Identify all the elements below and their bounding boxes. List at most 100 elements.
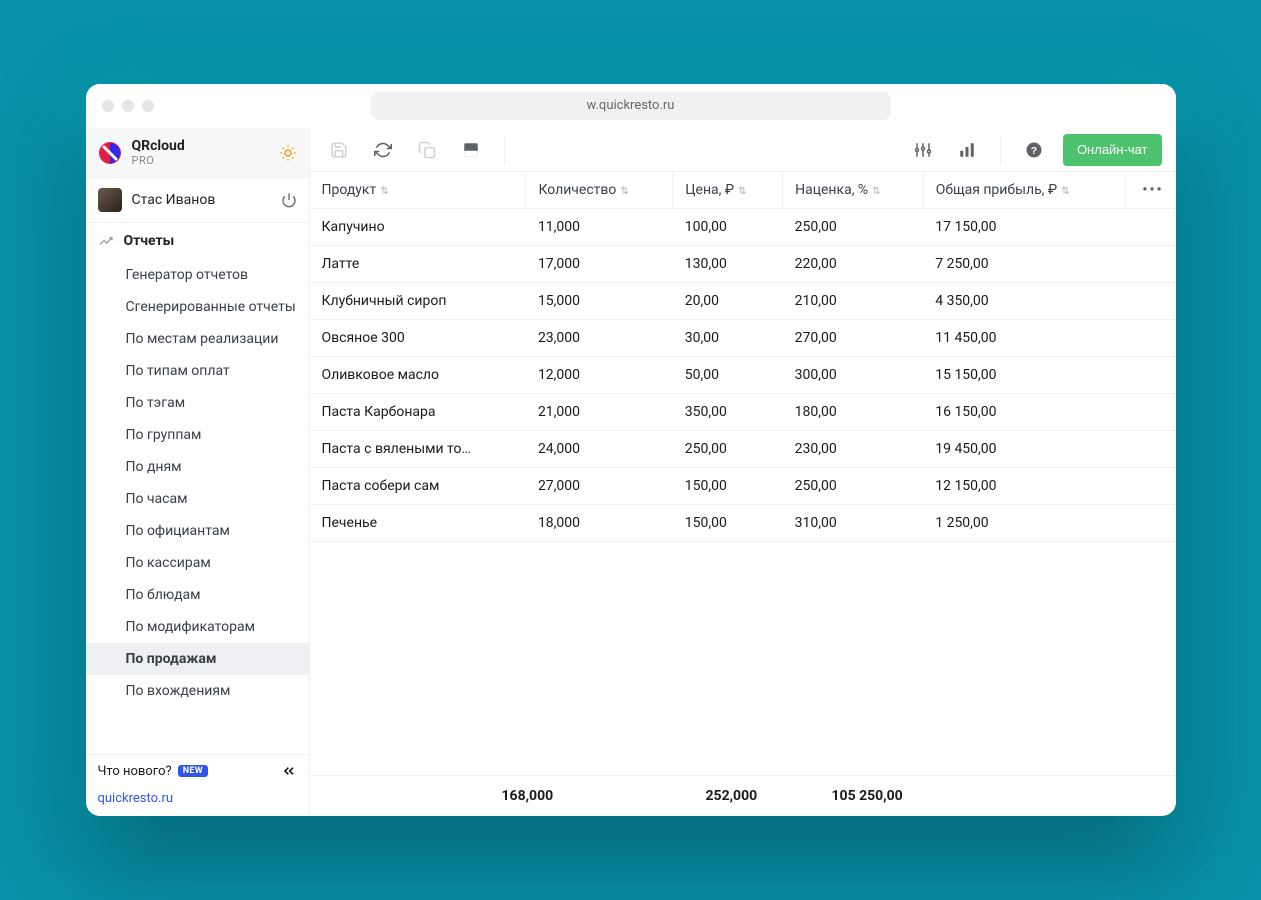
cell: 1 250,00 bbox=[923, 505, 1125, 542]
table-row[interactable]: Оливковое масло12,00050,00300,0015 150,0… bbox=[310, 357, 1176, 394]
site-link[interactable]: quickresto.ru bbox=[86, 787, 309, 816]
cell: 250,00 bbox=[673, 431, 783, 468]
cell bbox=[1126, 468, 1176, 505]
title-bar: w.quickresto.ru bbox=[86, 84, 1176, 128]
minimize-window-dot[interactable] bbox=[122, 100, 134, 112]
cell bbox=[1126, 320, 1176, 357]
power-icon[interactable] bbox=[281, 192, 297, 208]
cell bbox=[1126, 394, 1176, 431]
nav-item[interactable]: По кассирам bbox=[86, 547, 309, 579]
toolbar-divider bbox=[1000, 135, 1001, 165]
sort-icon: ⇅ bbox=[1061, 186, 1069, 197]
theme-toggle-icon[interactable] bbox=[279, 144, 297, 162]
cell: 230,00 bbox=[783, 431, 924, 468]
reports-icon bbox=[98, 233, 114, 249]
brand-text: QRcloud PRO bbox=[132, 138, 269, 167]
cell: Печенье bbox=[310, 505, 526, 542]
table-row[interactable]: Капучино11,000100,00250,0017 150,00 bbox=[310, 209, 1176, 246]
more-icon[interactable]: ••• bbox=[1142, 182, 1163, 198]
cell: Паста Карбонара bbox=[310, 394, 526, 431]
cell: 19 450,00 bbox=[923, 431, 1125, 468]
save-button[interactable] bbox=[324, 135, 354, 165]
cell: Паста собери сам bbox=[310, 468, 526, 505]
whats-new[interactable]: Что нового? NEW bbox=[98, 763, 297, 779]
online-chat-button[interactable]: Онлайн-чат bbox=[1063, 134, 1162, 166]
copy-button[interactable] bbox=[412, 135, 442, 165]
settings-sliders-button[interactable] bbox=[908, 135, 938, 165]
nav-item[interactable]: По часам bbox=[86, 483, 309, 515]
svg-text:?: ? bbox=[1031, 144, 1037, 156]
col-profit[interactable]: Общая прибыль, ₽⇅ bbox=[923, 172, 1125, 209]
table-header-row: Продукт⇅ Количество⇅ Цена, ₽⇅ Наценка, %… bbox=[310, 172, 1176, 209]
nav-item[interactable]: Генератор отчетов bbox=[86, 259, 309, 291]
cell: 17 150,00 bbox=[923, 209, 1125, 246]
inbox-button[interactable] bbox=[456, 135, 486, 165]
nav-item[interactable]: Сгенерированные отчеты bbox=[86, 291, 309, 323]
col-price[interactable]: Цена, ₽⇅ bbox=[673, 172, 783, 209]
cell: 24,000 bbox=[526, 431, 673, 468]
nav-item[interactable]: По местам реализации bbox=[86, 323, 309, 355]
table-row[interactable]: Печенье18,000150,00310,001 250,00 bbox=[310, 505, 1176, 542]
nav-item[interactable]: По типам оплат bbox=[86, 355, 309, 387]
cell: 210,00 bbox=[783, 283, 924, 320]
close-window-dot[interactable] bbox=[102, 100, 114, 112]
nav-list: Генератор отчетовСгенерированные отчетыП… bbox=[86, 259, 309, 754]
cell bbox=[1126, 209, 1176, 246]
table-wrap[interactable]: Продукт⇅ Количество⇅ Цена, ₽⇅ Наценка, %… bbox=[310, 172, 1176, 775]
cell: 7 250,00 bbox=[923, 246, 1125, 283]
maximize-window-dot[interactable] bbox=[142, 100, 154, 112]
cell: 250,00 bbox=[783, 209, 924, 246]
cell: 18,000 bbox=[526, 505, 673, 542]
collapse-sidebar-icon[interactable] bbox=[281, 763, 297, 779]
main: ? Онлайн-чат Продукт⇅ Количество⇅ Цена, … bbox=[310, 128, 1176, 816]
nav-item[interactable]: По модификаторам bbox=[86, 611, 309, 643]
table-row[interactable]: Паста собери сам27,000150,00250,0012 150… bbox=[310, 468, 1176, 505]
col-actions: ••• bbox=[1126, 172, 1176, 209]
nav-item[interactable]: По блюдам bbox=[86, 579, 309, 611]
nav-item[interactable]: По официантам bbox=[86, 515, 309, 547]
cell: 11 450,00 bbox=[923, 320, 1125, 357]
sidebar: QRcloud PRO Стас Иванов Отчеты bbox=[86, 128, 310, 816]
cell: 150,00 bbox=[673, 468, 783, 505]
table-row[interactable]: Паста Карбонара21,000350,00180,0016 150,… bbox=[310, 394, 1176, 431]
address-bar[interactable]: w.quickresto.ru bbox=[371, 92, 891, 120]
cell: 20,00 bbox=[673, 283, 783, 320]
whats-new-label: Что нового? bbox=[98, 764, 172, 779]
refresh-button[interactable] bbox=[368, 135, 398, 165]
cell bbox=[1126, 246, 1176, 283]
cell: 21,000 bbox=[526, 394, 673, 431]
cell: 100,00 bbox=[673, 209, 783, 246]
section-title[interactable]: Отчеты bbox=[86, 223, 309, 259]
cell: Капучино bbox=[310, 209, 526, 246]
col-markup[interactable]: Наценка, %⇅ bbox=[783, 172, 924, 209]
help-button[interactable]: ? bbox=[1019, 135, 1049, 165]
totals-product bbox=[310, 776, 490, 816]
cell: 180,00 bbox=[783, 394, 924, 431]
nav-item[interactable]: По продажам bbox=[86, 643, 309, 675]
cell: 250,00 bbox=[783, 468, 924, 505]
nav-item[interactable]: По вхождениям bbox=[86, 675, 309, 707]
cell: 11,000 bbox=[526, 209, 673, 246]
nav-item[interactable]: По группам bbox=[86, 419, 309, 451]
sort-icon: ⇅ bbox=[380, 186, 388, 197]
table-row[interactable]: Латте17,000130,00220,007 250,00 bbox=[310, 246, 1176, 283]
nav-item[interactable]: По дням bbox=[86, 451, 309, 483]
table-row[interactable]: Паста с вялеными то…24,000250,00230,0019… bbox=[310, 431, 1176, 468]
col-quantity[interactable]: Количество⇅ bbox=[526, 172, 673, 209]
cell: Латте bbox=[310, 246, 526, 283]
nav-item[interactable]: По тэгам bbox=[86, 387, 309, 419]
brand-title: QRcloud bbox=[132, 138, 269, 154]
totals-markup: 252,000 bbox=[694, 776, 804, 816]
brand-logo-icon bbox=[98, 141, 122, 165]
cell: Паста с вялеными то… bbox=[310, 431, 526, 468]
sort-icon: ⇅ bbox=[872, 186, 880, 197]
col-product[interactable]: Продукт⇅ bbox=[310, 172, 526, 209]
content: QRcloud PRO Стас Иванов Отчеты bbox=[86, 128, 1176, 816]
cell: 300,00 bbox=[783, 357, 924, 394]
user-row[interactable]: Стас Иванов bbox=[86, 177, 309, 223]
table-row[interactable]: Овсяное 30023,00030,00270,0011 450,00 bbox=[310, 320, 1176, 357]
totals-row: 168,000 252,000 105 250,00 bbox=[310, 775, 1176, 816]
cell: 27,000 bbox=[526, 468, 673, 505]
chart-button[interactable] bbox=[952, 135, 982, 165]
table-row[interactable]: Клубничный сироп15,00020,00210,004 350,0… bbox=[310, 283, 1176, 320]
